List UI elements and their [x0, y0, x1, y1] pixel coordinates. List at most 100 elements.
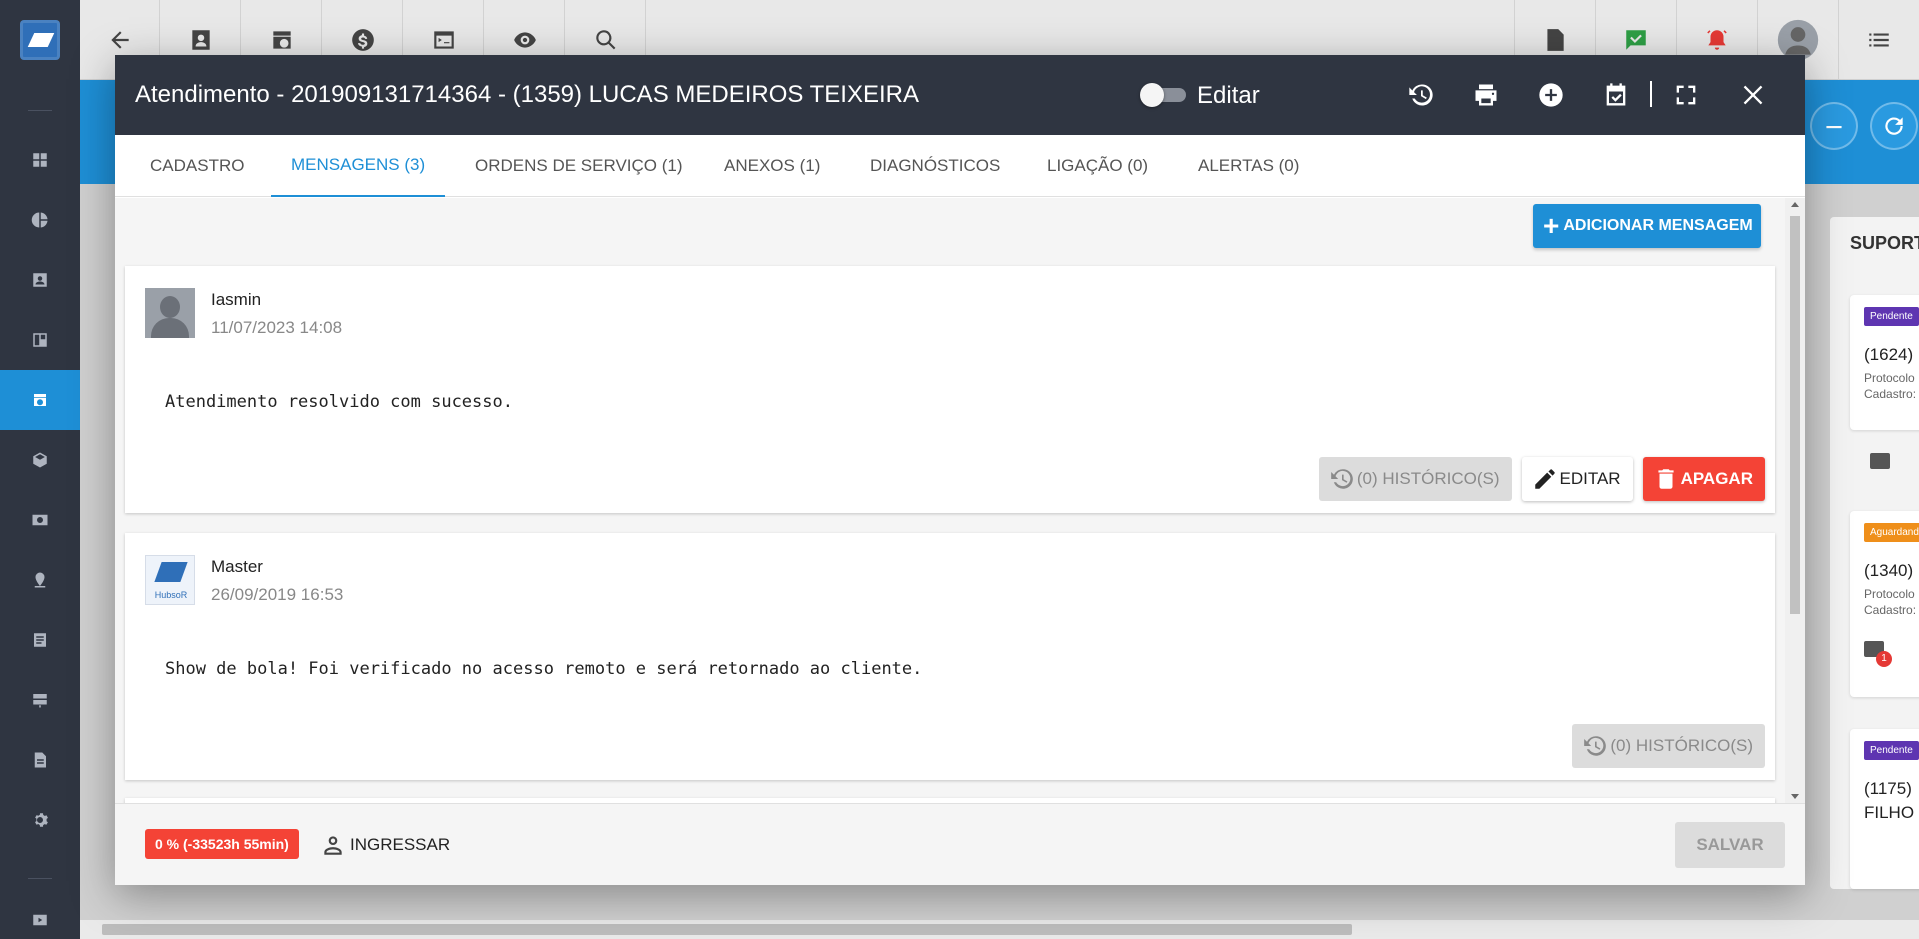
support-card[interactable]: Pendente (1624) Protocolo Cadastro: [1850, 295, 1919, 430]
person-outline-icon [324, 836, 342, 855]
edit-button[interactable]: EDITAR [1521, 457, 1633, 501]
message-author: Iasmin [211, 290, 262, 309]
status-badge: Pendente [1864, 307, 1919, 326]
plus-icon: + [1543, 210, 1560, 241]
tab-mensagens[interactable]: MENSAGENS (3) [271, 135, 446, 197]
add-circle-icon[interactable] [1535, 79, 1567, 111]
comment-icon[interactable] [1870, 453, 1890, 469]
history-button[interactable]: (0) HISTÓRICO(S) [1572, 724, 1765, 768]
scrollbar-thumb[interactable] [1790, 216, 1800, 614]
status-badge: Aguardand [1864, 523, 1919, 542]
action-circle-icon[interactable] [1810, 102, 1858, 150]
tab-diagnosticos[interactable]: DIAGNÓSTICOS [850, 135, 1020, 197]
refresh-icon[interactable] [1870, 102, 1918, 150]
history-icon [1584, 736, 1607, 756]
card-title: (1340) [1864, 561, 1914, 580]
delete-button[interactable]: APAGAR [1642, 457, 1765, 501]
file-icon[interactable] [0, 730, 80, 790]
sidebar-divider [28, 878, 52, 879]
avatar-logo-text: HubsoR [154, 590, 188, 600]
history-button[interactable]: (0) HISTÓRICO(S) [1318, 457, 1512, 501]
sidebar-divider [28, 110, 52, 111]
tab-ligacao[interactable]: LIGAÇÃO (0) [1027, 135, 1168, 197]
message-author: Master [211, 557, 263, 576]
box-icon[interactable] [0, 430, 80, 490]
tab-alertas[interactable]: ALERTAS (0) [1178, 135, 1319, 197]
add-message-button[interactable]: + ADICIONAR MENSAGEM [1533, 204, 1761, 248]
map-pin-icon[interactable] [0, 550, 80, 610]
tab-ordens-de-servico[interactable]: ORDENS DE SERVIÇO (1) [455, 135, 703, 197]
calendar-check-icon[interactable] [1600, 79, 1632, 111]
edit-toggle[interactable] [1140, 83, 1186, 107]
calendar-clock-icon[interactable] [0, 370, 80, 430]
avatar: HubsoR [145, 555, 195, 605]
scrollbar-thumb[interactable] [102, 924, 1352, 935]
money-icon[interactable] [0, 490, 80, 550]
atendimento-modal: Atendimento - 201909131714364 - (1359) L… [115, 55, 1805, 885]
board-icon[interactable] [0, 310, 80, 370]
join-label: INGRESSAR [350, 835, 451, 854]
card-cadastro: Cadastro: [1864, 603, 1917, 617]
card-title: (1175) [1864, 779, 1912, 798]
save-button[interactable]: SALVAR [1675, 822, 1785, 868]
pie-chart-icon[interactable] [0, 190, 80, 250]
card-protocol: Protocolo [1864, 587, 1915, 601]
history-label: (0) HISTÓRICO(S) [1356, 469, 1500, 488]
message-card: Iasmin 11/07/2023 14:08 Atendimento reso… [125, 266, 1775, 513]
horizontal-scrollbar[interactable] [80, 920, 1919, 939]
header-separator [1650, 81, 1652, 107]
scroll-up-arrow-icon[interactable] [1791, 202, 1799, 207]
history-icon[interactable] [1405, 79, 1437, 111]
modal-footer: 0 % (-33523h 55min) INGRESSAR SALVAR [115, 803, 1805, 885]
toggle-knob [1140, 83, 1164, 107]
support-panel: SUPORT Pendente (1624) Protocolo Cadastr… [1830, 217, 1919, 889]
avatar [145, 288, 195, 338]
avatar-head [160, 296, 180, 318]
delete-label: APAGAR [1680, 469, 1753, 488]
history-label: (0) HISTÓRICO(S) [1610, 736, 1753, 755]
card-subtitle: FILHO [1864, 803, 1915, 822]
comment-count-badge: 1 [1876, 651, 1892, 667]
modal-title: Atendimento - 201909131714364 - (1359) L… [135, 81, 919, 108]
sla-timer-badge: 0 % (-33523h 55min) [145, 829, 299, 859]
list-document-icon[interactable] [0, 610, 80, 670]
sidebar [0, 0, 80, 939]
support-card[interactable]: Pendente (1175) FILHO [1850, 729, 1919, 889]
hubsoft-logo-icon [154, 562, 188, 582]
edit-toggle-label[interactable]: Editar [1197, 82, 1260, 110]
message-text: Atendimento resolvido com sucesso. [165, 392, 513, 412]
video-icon[interactable] [0, 900, 80, 939]
modal-header: Atendimento - 201909131714364 - (1359) L… [115, 55, 1805, 135]
card-protocol: Protocolo [1864, 371, 1915, 385]
status-badge: Pendente [1864, 741, 1919, 760]
scroll-down-arrow-icon[interactable] [1791, 794, 1799, 799]
avatar-body [151, 318, 189, 338]
gear-icon[interactable] [0, 790, 80, 850]
dashboard-icon[interactable] [0, 130, 80, 190]
join-button[interactable]: INGRESSAR [320, 828, 450, 862]
print-icon[interactable] [1470, 79, 1502, 111]
server-icon[interactable] [0, 670, 80, 730]
app-logo[interactable] [20, 20, 60, 60]
message-actions: (0) HISTÓRICO(S) EDITAR APAGAR [1318, 457, 1765, 501]
tab-cadastro[interactable]: CADASTRO [130, 135, 264, 197]
message-text: Show de bola! Foi verificado no acesso r… [165, 659, 923, 679]
fullscreen-icon[interactable] [1670, 79, 1702, 111]
close-icon[interactable] [1737, 79, 1769, 111]
card-cadastro: Cadastro: [1864, 387, 1917, 401]
menu-list-icon[interactable] [1838, 0, 1918, 80]
message-card: HubsoR Master 26/09/2019 16:53 Show de b… [125, 533, 1775, 780]
messages-scrollbar[interactable] [1785, 198, 1805, 803]
history-icon [1331, 469, 1353, 489]
contact-card-icon[interactable] [0, 250, 80, 310]
message-date: 26/09/2019 16:53 [211, 585, 344, 604]
support-card[interactable]: Aguardand (1340) Protocolo Cadastro: 1 [1850, 511, 1919, 697]
card-title: (1624) [1864, 345, 1914, 364]
message-date: 11/07/2023 14:08 [211, 318, 343, 337]
edit-label: EDITAR [1559, 469, 1621, 488]
pencil-icon [1534, 469, 1555, 489]
tab-anexos[interactable]: ANEXOS (1) [704, 135, 840, 197]
support-panel-title: SUPORT [1850, 233, 1919, 253]
message-actions: (0) HISTÓRICO(S) [1572, 724, 1765, 768]
messages-panel: + ADICIONAR MENSAGEM Iasmin 11/07/2023 1… [115, 198, 1805, 803]
